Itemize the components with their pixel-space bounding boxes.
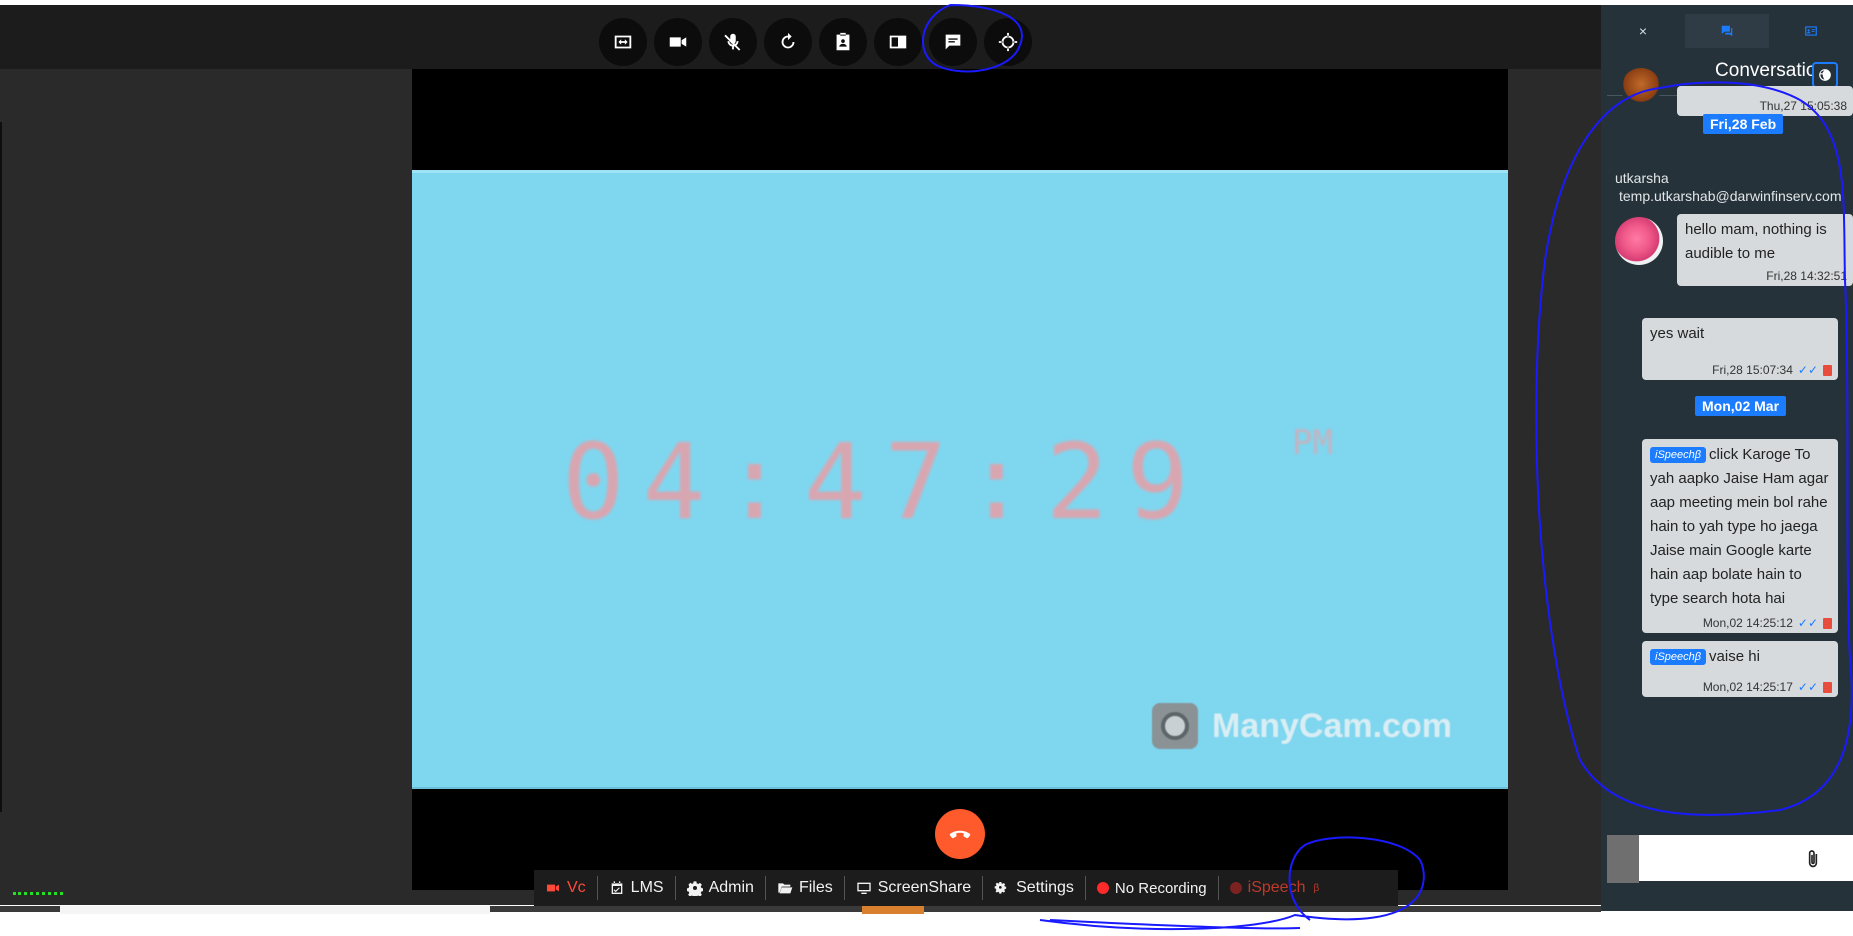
nav-vc-label: Vc bbox=[567, 879, 586, 896]
gear-icon bbox=[686, 881, 703, 896]
folder-open-icon bbox=[778, 883, 793, 894]
hangup-button[interactable] bbox=[935, 809, 985, 859]
nav-vc[interactable]: Vc bbox=[534, 876, 598, 900]
sender-email: temp.utkarshab@darwinfinserv.com bbox=[1619, 188, 1842, 204]
ispeech-beta: β bbox=[1313, 882, 1320, 894]
nav-ispeech[interactable]: iSpeech β bbox=[1219, 876, 1331, 900]
ispeech-badge: iSpeechβ bbox=[1650, 447, 1707, 463]
chat-message: hello mam, nothing is audible to me Fri,… bbox=[1677, 214, 1853, 286]
message-time: Thu,27 15:05:38 bbox=[1759, 99, 1847, 113]
read-ticks-icon: ✓✓ bbox=[1797, 363, 1818, 377]
phone-hangup-icon bbox=[949, 830, 971, 839]
avatar bbox=[1615, 217, 1663, 265]
nav-settings-label: Settings bbox=[1016, 879, 1074, 896]
delete-icon[interactable] bbox=[1823, 617, 1832, 629]
message-meta: Mon,02 14:25:12 ✓✓ bbox=[1703, 616, 1832, 630]
conversation-list: Thu,27 15:05:38 Fri,28 Feb utkarsha temp… bbox=[1607, 68, 1853, 818]
tab-contacts[interactable] bbox=[1769, 14, 1853, 48]
signal-indicator bbox=[13, 892, 63, 897]
crosshair-icon[interactable] bbox=[984, 18, 1032, 66]
nav-screenshare-label: ScreenShare bbox=[877, 879, 972, 896]
nav-lms[interactable]: LMS bbox=[598, 876, 676, 900]
nav-admin-label: Admin bbox=[708, 879, 754, 896]
nav-settings[interactable]: Settings bbox=[983, 876, 1086, 900]
chat-message-own: yes wait Fri,28 15:07:34 ✓✓ bbox=[1642, 318, 1838, 380]
date-separator: Mon,02 Mar bbox=[1695, 396, 1787, 416]
taskbar-orange bbox=[862, 906, 924, 914]
nav-files[interactable]: Files bbox=[766, 876, 845, 900]
watermark-text: ManyCam.com bbox=[1212, 706, 1452, 745]
message-time: Mon,02 14:25:12 bbox=[1702, 616, 1793, 630]
video-conference-app: 04:47:29 PM ManyCam.com Vc LMS Admin Fil… bbox=[0, 0, 1853, 936]
left-divider bbox=[0, 122, 2, 812]
chat-icon[interactable] bbox=[929, 18, 977, 66]
layout-icon[interactable] bbox=[874, 18, 922, 66]
avatar bbox=[1621, 68, 1661, 108]
fit-screen-icon[interactable] bbox=[599, 18, 647, 66]
read-ticks-icon: ✓✓ bbox=[1797, 680, 1818, 694]
message-text: click Karoge To yah aapko Jaise Ham agar… bbox=[1650, 446, 1829, 607]
record-dot-icon bbox=[1096, 882, 1109, 894]
globe-button[interactable] bbox=[1812, 62, 1838, 88]
nav-ispeech-label: iSpeech bbox=[1247, 879, 1306, 896]
message-time: Mon,02 14:25:17 bbox=[1702, 680, 1793, 694]
video-frame: 04:47:29 PM ManyCam.com bbox=[412, 170, 1508, 789]
nav-files-label: Files bbox=[798, 879, 833, 896]
contact-card-icon[interactable] bbox=[819, 18, 867, 66]
tab-chat[interactable] bbox=[1685, 14, 1769, 48]
message-text: vaise hi bbox=[1709, 648, 1760, 665]
message-time: Fri,28 15:07:34 bbox=[1712, 363, 1793, 377]
annotation-underline bbox=[1049, 919, 1301, 930]
calendar-check-icon bbox=[611, 881, 623, 894]
ispeech-dot-icon bbox=[1229, 882, 1242, 894]
globe-icon bbox=[1819, 69, 1831, 81]
read-ticks-icon: ✓✓ bbox=[1797, 616, 1818, 630]
video-camera-icon bbox=[547, 884, 559, 892]
nav-lms-label: LMS bbox=[630, 879, 664, 896]
message-meta: Mon,02 14:25:17 ✓✓ bbox=[1703, 680, 1832, 694]
delete-icon[interactable] bbox=[1823, 681, 1832, 693]
emoji-button[interactable] bbox=[1607, 835, 1639, 883]
mic-off-icon[interactable] bbox=[709, 18, 757, 66]
manycam-watermark: ManyCam.com bbox=[1152, 703, 1452, 749]
address-card-icon bbox=[1805, 26, 1817, 36]
message-text: yes wait bbox=[1650, 325, 1705, 342]
monitor-icon bbox=[857, 882, 871, 894]
ispeech-badge: iSpeechβ bbox=[1650, 649, 1707, 665]
taskbar-white bbox=[60, 906, 490, 914]
camera-icon[interactable] bbox=[654, 18, 702, 66]
attach-button[interactable] bbox=[1803, 843, 1823, 875]
refresh-icon[interactable] bbox=[764, 18, 812, 66]
paperclip-icon bbox=[1808, 850, 1818, 868]
close-icon: × bbox=[1638, 23, 1648, 39]
chat-panel-tabs: × bbox=[1601, 14, 1853, 48]
chat-message-own: iSpeechβ vaise hi Mon,02 14:25:17 ✓✓ bbox=[1642, 641, 1838, 697]
message-meta: Fri,28 15:07:34 ✓✓ bbox=[1712, 363, 1832, 377]
chat-message-own: iSpeechβ click Karoge To yah aapko Jaise … bbox=[1642, 439, 1838, 633]
top-toolbar bbox=[0, 5, 1601, 69]
nav-admin[interactable]: Admin bbox=[676, 876, 766, 900]
manycam-logo-icon bbox=[1152, 703, 1198, 749]
chat-bubble-icon bbox=[1721, 25, 1733, 37]
nav-recording-label: No Recording bbox=[1114, 879, 1207, 897]
nav-screenshare[interactable]: ScreenShare bbox=[845, 876, 984, 900]
sender-name: utkarsha bbox=[1615, 170, 1669, 186]
message-text: hello mam, nothing is audible to me bbox=[1685, 221, 1827, 262]
nav-recording[interactable]: No Recording bbox=[1086, 876, 1219, 900]
clock-suffix: PM bbox=[1292, 423, 1333, 463]
clock-display: 04:47:29 bbox=[562, 421, 1207, 543]
cogs-icon bbox=[994, 882, 1007, 894]
date-separator: Fri,28 Feb bbox=[1703, 114, 1784, 134]
close-panel-button[interactable]: × bbox=[1601, 14, 1685, 48]
delete-icon[interactable] bbox=[1823, 364, 1832, 376]
bottom-nav: Vc LMS Admin Files ScreenShare Settings … bbox=[534, 870, 1398, 906]
message-time: Fri,28 14:32:51 bbox=[1766, 269, 1847, 283]
chat-message: Thu,27 15:05:38 bbox=[1677, 86, 1853, 116]
